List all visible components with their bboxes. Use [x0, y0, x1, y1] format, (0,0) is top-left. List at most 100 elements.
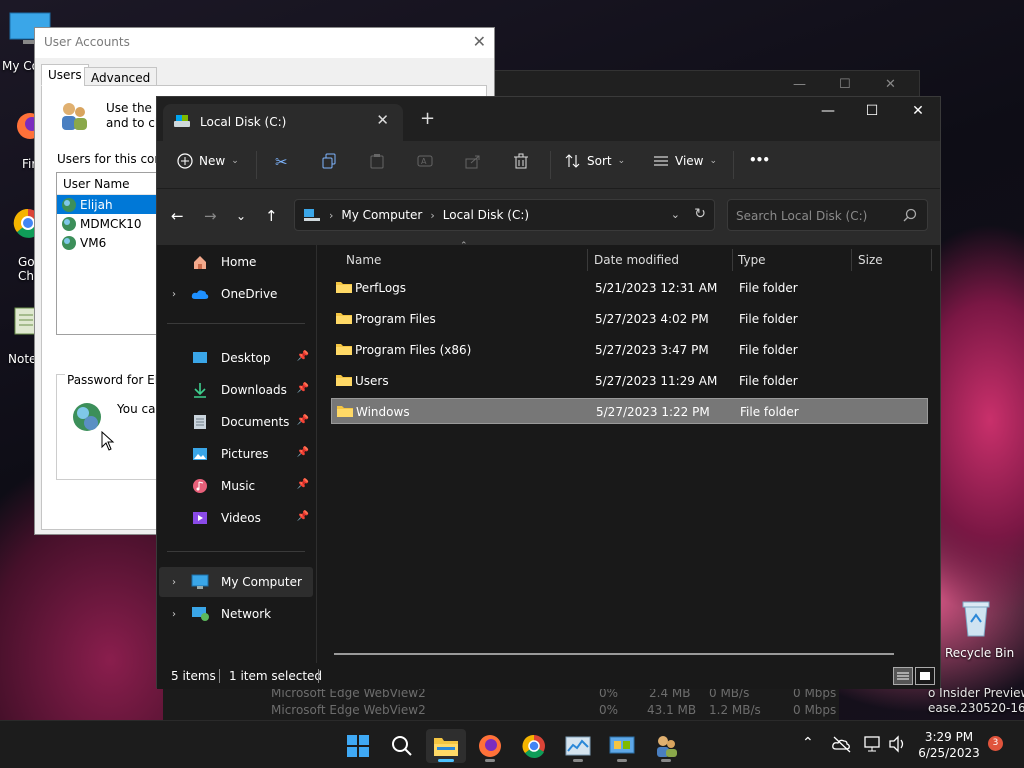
running-indicator: [573, 759, 583, 762]
onedrive-offline-icon[interactable]: [832, 735, 852, 753]
system-clock[interactable]: 3:29 PM 6/25/2023: [914, 729, 984, 761]
pin-icon[interactable]: 📌: [297, 479, 309, 490]
pin-icon[interactable]: 📌: [297, 511, 309, 522]
sidebar-item-network[interactable]: › Network: [159, 599, 313, 629]
paste-button[interactable]: [369, 153, 385, 169]
chevron-down-icon: ⌄: [617, 156, 626, 166]
taskbar-user-accounts[interactable]: [646, 729, 686, 763]
chevron-down-icon[interactable]: ⌄: [671, 208, 680, 221]
chevron-right-icon[interactable]: ›: [159, 289, 189, 300]
tab-local-disk[interactable]: Local Disk (C:) ✕: [163, 104, 403, 141]
users-icon: [657, 736, 677, 757]
close-tab-icon[interactable]: ✕: [376, 111, 389, 129]
sidebar-item-desktop[interactable]: Desktop 📌: [159, 343, 313, 373]
close-icon[interactable]: ✕: [473, 32, 486, 51]
user-globe-icon: [62, 197, 76, 212]
table-row[interactable]: Windows 5/27/2023 1:22 PM File folder: [331, 398, 928, 424]
search-taskbar-button[interactable]: [382, 729, 422, 763]
start-button[interactable]: [338, 729, 378, 763]
close-icon[interactable]: ✕: [885, 77, 896, 92]
column-divider[interactable]: [851, 249, 852, 271]
column-header-name[interactable]: Name: [346, 245, 381, 275]
column-divider[interactable]: [931, 249, 932, 271]
toolbar-divider: [733, 151, 734, 179]
user-list[interactable]: User Name Elijah MDMCK10 VM6: [56, 172, 166, 335]
sidebar-item-videos[interactable]: Videos 📌: [159, 503, 313, 533]
view-button[interactable]: View ⌄: [653, 153, 717, 169]
copy-button[interactable]: [321, 153, 337, 169]
trash-icon: [514, 153, 528, 169]
network-monitor-icon[interactable]: [864, 735, 882, 753]
table-row[interactable]: Program Files (x86) 5/27/2023 3:47 PM Fi…: [331, 337, 928, 363]
rename-button[interactable]: A: [417, 153, 433, 169]
column-header-user-name[interactable]: User Name: [57, 173, 165, 195]
desktop-icon-recycle-bin[interactable]: Recycle Bin: [944, 598, 1014, 660]
taskbar-firefox[interactable]: [470, 729, 510, 763]
chevron-right-icon[interactable]: ›: [159, 577, 189, 588]
sidebar-item-music[interactable]: Music 📌: [159, 471, 313, 501]
delete-button[interactable]: [513, 153, 529, 169]
taskbar-chrome[interactable]: [514, 729, 554, 763]
table-row[interactable]: Program Files 5/27/2023 4:02 PM File fol…: [331, 306, 928, 332]
column-header-type[interactable]: Type: [738, 245, 766, 275]
search-input[interactable]: [736, 207, 896, 225]
new-button[interactable]: New ⌄: [177, 153, 239, 169]
tab-users[interactable]: Users: [41, 64, 89, 86]
refresh-icon[interactable]: ↻: [694, 206, 706, 222]
horizontal-scrollbar[interactable]: [334, 653, 894, 655]
pin-icon[interactable]: 📌: [297, 447, 309, 458]
nav-divider: [167, 323, 305, 324]
chevron-right-icon[interactable]: ›: [159, 609, 189, 620]
show-hidden-icons-chevron-icon[interactable]: ⌃: [802, 735, 814, 751]
sort-button[interactable]: Sort ⌄: [565, 153, 625, 169]
close-button[interactable]: ✕: [896, 103, 940, 119]
maximize-button[interactable]: ☐: [850, 103, 894, 119]
tiles-view-button[interactable]: [915, 667, 935, 685]
table-row[interactable]: PerfLogs 5/21/2023 12:31 AM File folder: [331, 275, 928, 301]
column-divider[interactable]: [587, 249, 588, 271]
table-row[interactable]: Microsoft Edge WebView2 0% 43.1 MB 1.2 M…: [163, 703, 839, 719]
recent-locations-chevron-icon[interactable]: ⌄: [236, 209, 246, 223]
notification-badge[interactable]: 3: [988, 736, 1003, 751]
minimize-button[interactable]: —: [806, 103, 850, 119]
minimize-icon[interactable]: —: [793, 77, 806, 92]
up-arrow-icon[interactable]: ↑: [265, 207, 278, 225]
more-options-button[interactable]: •••: [749, 153, 770, 167]
sidebar-item-home[interactable]: Home: [159, 247, 313, 277]
cut-button[interactable]: ✂: [275, 153, 288, 171]
sidebar-item-pictures[interactable]: Pictures 📌: [159, 439, 313, 469]
maximize-icon[interactable]: ☐: [839, 77, 851, 92]
pin-icon[interactable]: 📌: [297, 383, 309, 394]
forward-arrow-icon[interactable]: →: [204, 207, 217, 225]
pin-icon[interactable]: 📌: [297, 351, 309, 362]
search-box[interactable]: [727, 199, 928, 231]
list-item[interactable]: Elijah: [57, 195, 165, 214]
column-divider[interactable]: [732, 249, 733, 271]
details-view-button[interactable]: [893, 667, 913, 685]
sidebar-item-downloads[interactable]: Downloads 📌: [159, 375, 313, 405]
pin-icon[interactable]: 📌: [297, 415, 309, 426]
running-indicator: [485, 759, 495, 762]
tab-advanced[interactable]: Advanced: [84, 67, 158, 86]
clock-time: 3:29 PM: [924, 730, 974, 744]
list-item[interactable]: MDMCK10: [57, 214, 165, 233]
share-button[interactable]: [465, 153, 481, 169]
breadcrumb[interactable]: › My Computer › Local Disk (C:) ⌄ ↻: [294, 199, 715, 231]
taskbar-file-explorer[interactable]: [426, 729, 466, 763]
taskbar-control-panel[interactable]: [602, 729, 642, 763]
clock-date: 6/25/2023: [918, 746, 980, 760]
taskbar-task-manager[interactable]: [558, 729, 598, 763]
sidebar-item-documents[interactable]: Documents 📌: [159, 407, 313, 437]
breadcrumb-my-computer[interactable]: My Computer: [341, 208, 422, 222]
column-header-size[interactable]: Size: [858, 245, 883, 275]
rename-icon: A: [417, 155, 433, 167]
volume-icon[interactable]: [888, 735, 906, 753]
sidebar-item-onedrive[interactable]: › OneDrive: [159, 279, 313, 309]
back-arrow-icon[interactable]: ←: [171, 207, 184, 225]
list-item[interactable]: VM6: [57, 233, 165, 252]
breadcrumb-local-disk[interactable]: Local Disk (C:): [443, 208, 529, 222]
table-row[interactable]: Users 5/27/2023 11:29 AM File folder: [331, 368, 928, 394]
column-header-date-modified[interactable]: Date modified: [594, 245, 679, 275]
sidebar-item-my-computer[interactable]: › My Computer: [159, 567, 313, 597]
new-tab-button[interactable]: +: [420, 108, 435, 129]
